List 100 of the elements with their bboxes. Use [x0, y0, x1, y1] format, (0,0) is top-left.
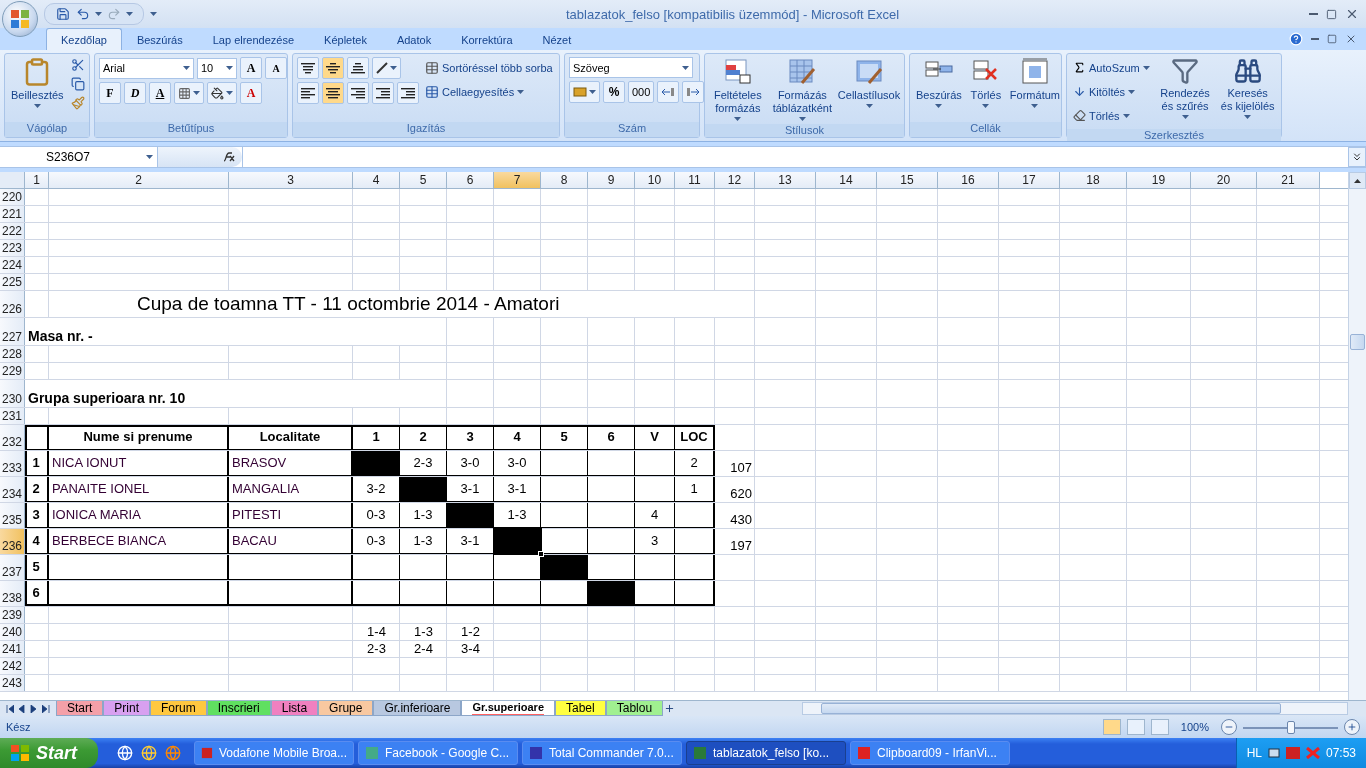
save-button[interactable] [55, 6, 71, 22]
column-header[interactable]: 13 [755, 172, 816, 189]
editing-button[interactable]: Rendezés és szűrés [1155, 57, 1215, 119]
sheet-tab[interactable]: Grupe [318, 701, 374, 716]
monitor-icon[interactable] [1267, 748, 1280, 758]
ribbon-tab[interactable]: Lap elrendezése [197, 28, 310, 50]
decrease-decimal-button[interactable] [682, 81, 705, 103]
column-header[interactable]: 5 [400, 172, 447, 189]
font-name-field[interactable]: Arial [99, 57, 194, 79]
expand-button[interactable] [1348, 147, 1366, 167]
taskbar-button[interactable]: Total Commander 7.0... [522, 741, 682, 765]
shrink-font-button[interactable]: A [265, 57, 287, 79]
row-header[interactable]: 238 [0, 581, 25, 606]
row-header[interactable]: 221 [0, 206, 25, 222]
number-format-field[interactable]: Szöveg [569, 57, 693, 78]
column-header[interactable]: 14 [816, 172, 877, 189]
column-header[interactable]: 1 [25, 172, 49, 189]
row-header[interactable]: 225 [0, 274, 25, 290]
row-header[interactable]: 223 [0, 240, 25, 256]
sheet-nav-icon[interactable] [42, 704, 50, 713]
row-header[interactable]: 220 [0, 189, 25, 205]
sheet-nav-icon[interactable] [6, 704, 14, 713]
column-header[interactable]: 6 [447, 172, 494, 189]
underline-button[interactable]: A [149, 82, 171, 104]
column-header[interactable]: 20 [1191, 172, 1257, 189]
column-header[interactable]: 10 [635, 172, 675, 189]
quick-launch-button[interactable] [140, 744, 158, 762]
sheet-tab[interactable]: Tablou [605, 701, 664, 716]
insert-function-button[interactable] [158, 147, 242, 167]
decrease-indent-button[interactable] [372, 82, 394, 104]
sheet-tab[interactable]: Lista [270, 701, 319, 716]
row-header[interactable]: 242 [0, 658, 25, 674]
column-header[interactable]: 4 [353, 172, 400, 189]
borders-button[interactable] [174, 82, 204, 104]
taskbar-button[interactable]: tablazatok_felso [ko... [686, 741, 846, 765]
row-header[interactable]: 224 [0, 257, 25, 273]
filled-cell[interactable] [494, 529, 541, 554]
column-header[interactable]: 9 [588, 172, 635, 189]
sheet-tab[interactable]: Inscrieri [206, 701, 271, 716]
sheet-tab[interactable]: Tabel [555, 701, 606, 716]
editing-button[interactable]: AutoSzum [1071, 57, 1152, 78]
wrap-text-button[interactable]: Sortöréssel több sorba [423, 57, 555, 78]
column-header[interactable]: 19 [1127, 172, 1191, 189]
sheet-tab[interactable]: Forum [150, 701, 207, 716]
styles-button[interactable]: Feltételes formázás [709, 57, 767, 121]
align-button[interactable] [347, 82, 369, 104]
row-header[interactable]: 235 [0, 503, 25, 528]
column-header[interactable]: 2 [49, 172, 229, 189]
sheet-tab[interactable]: Print [103, 701, 151, 716]
row-header[interactable]: 243 [0, 675, 25, 691]
taskbar-button[interactable]: Vodafone Mobile Broa... [194, 741, 354, 765]
align-button[interactable] [322, 57, 344, 79]
taskbar-button[interactable]: Clipboard09 - IrfanVi... [850, 741, 1010, 765]
percent-button[interactable]: % [603, 81, 625, 103]
ribbon-tab[interactable]: Beszúrás [121, 28, 198, 50]
taskbar-button[interactable]: Facebook - Google C... [358, 741, 518, 765]
column-header[interactable]: 11 [675, 172, 715, 189]
row-header[interactable]: 234 [0, 477, 25, 502]
row-header[interactable]: 227 [0, 318, 25, 345]
scroll-thumb[interactable] [1350, 334, 1365, 350]
fill-color-button[interactable] [207, 82, 237, 104]
align-button[interactable] [347, 57, 369, 79]
row-header[interactable]: 230 [0, 380, 25, 407]
editing-button[interactable]: Kitöltés [1071, 81, 1152, 102]
cut-button[interactable] [69, 57, 86, 73]
office-button[interactable] [2, 1, 38, 37]
row-header[interactable]: 228 [0, 346, 25, 362]
cells-button[interactable]: Beszúrás [914, 57, 964, 108]
row-header[interactable]: 229 [0, 363, 25, 379]
editing-button[interactable]: Keresés és kijelölés [1218, 57, 1277, 119]
row-header[interactable]: 226 [0, 291, 25, 317]
font-color-button[interactable]: A [240, 82, 262, 104]
column-header[interactable]: 21 [1257, 172, 1320, 189]
row-header[interactable]: 241 [0, 641, 25, 657]
editing-button[interactable]: Törlés [1071, 105, 1152, 126]
zoom-in-button[interactable] [1344, 719, 1360, 735]
row-header[interactable]: 237 [0, 555, 25, 580]
minimize-button[interactable] [1310, 37, 1320, 41]
thousands-button[interactable]: 000 [628, 81, 655, 103]
fill-handle[interactable] [538, 551, 544, 557]
bold-button[interactable]: F [99, 82, 121, 104]
align-button[interactable] [322, 82, 344, 104]
column-header[interactable]: 18 [1060, 172, 1127, 189]
row-header[interactable]: 232 [0, 425, 25, 450]
column-header[interactable]: 16 [938, 172, 999, 189]
start-button[interactable]: Start [0, 738, 98, 768]
currency-button[interactable] [569, 81, 600, 103]
sheet-tab[interactable]: Start [56, 701, 104, 716]
restore-button[interactable] [1326, 33, 1338, 45]
sheet-tab[interactable]: Gr.superioare [461, 701, 555, 716]
ribbon-tab[interactable]: Adatok [381, 28, 447, 50]
ribbon-tab[interactable]: Korrektúra [446, 28, 528, 50]
styles-button[interactable]: Cellastílusok [838, 57, 900, 108]
row-header[interactable]: 231 [0, 408, 25, 424]
row-header[interactable]: 240 [0, 624, 25, 640]
copy-button[interactable] [69, 76, 86, 92]
help-button[interactable] [1288, 31, 1304, 47]
cells-button[interactable]: Formátum [1007, 57, 1062, 108]
align-button[interactable] [297, 82, 319, 104]
column-header[interactable]: 3 [229, 172, 353, 189]
